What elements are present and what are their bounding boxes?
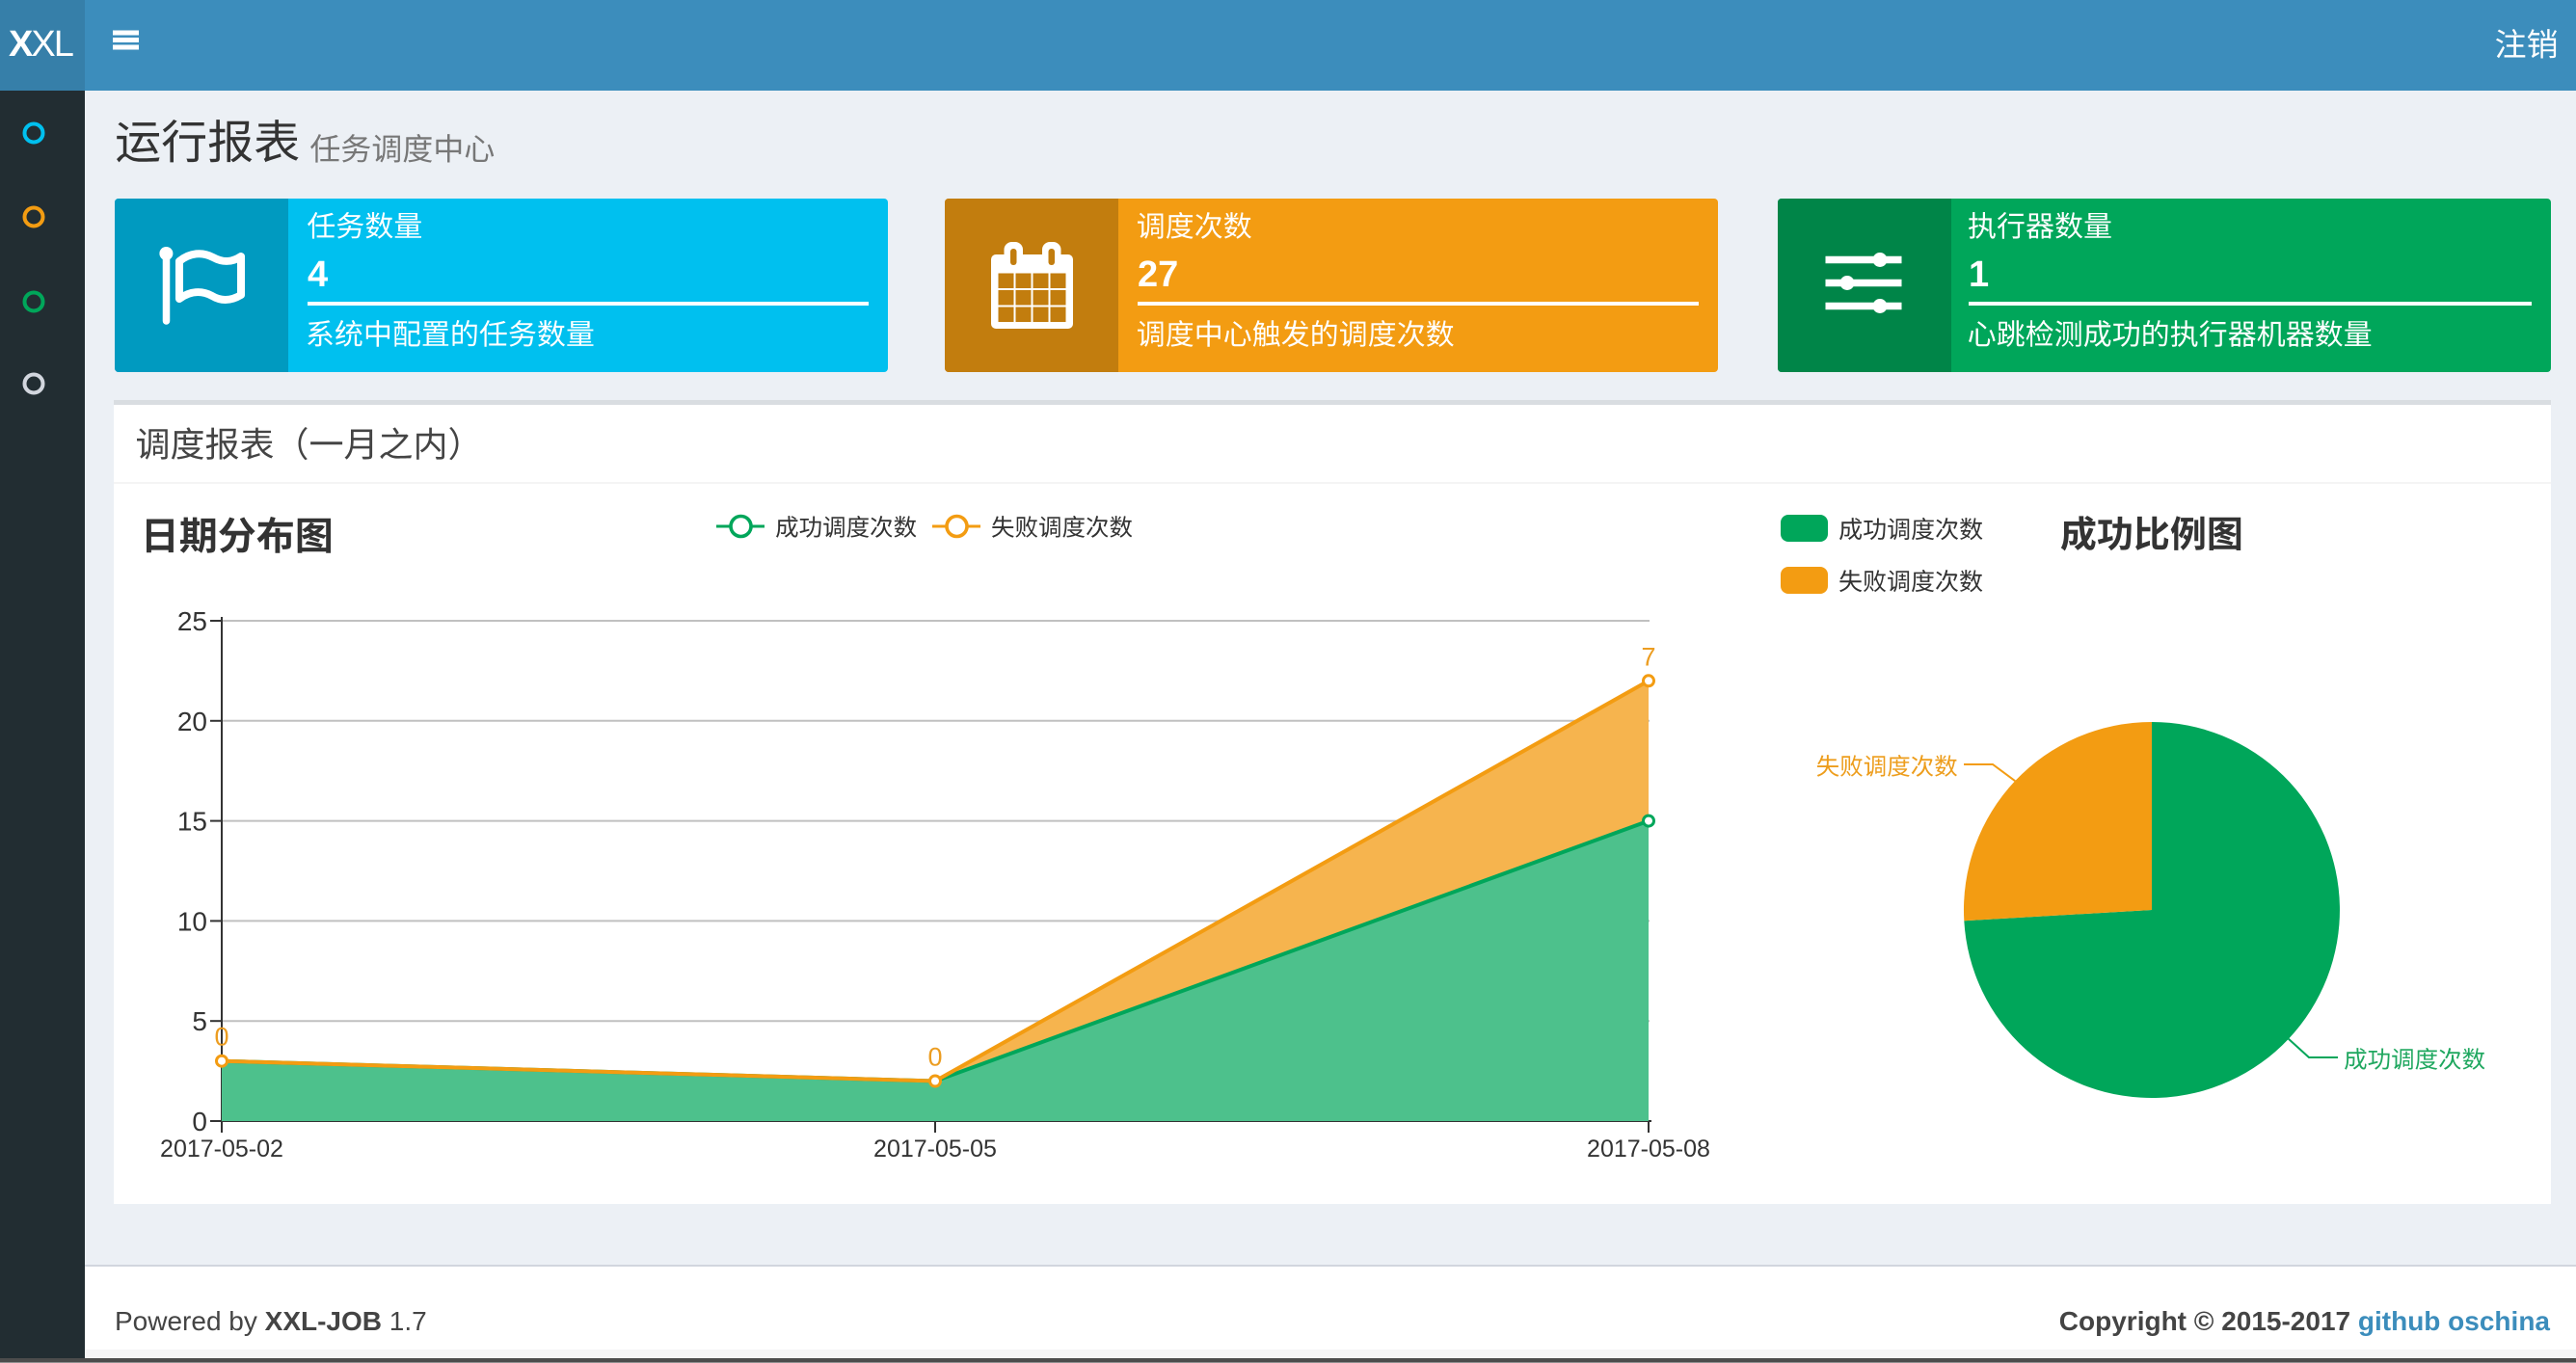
svg-text:0: 0 bbox=[214, 1023, 228, 1052]
svg-text:Powered by XXL-JOB 1.7: Powered by XXL-JOB 1.7 bbox=[115, 1306, 427, 1336]
svg-text:2017-05-02: 2017-05-02 bbox=[160, 1136, 283, 1163]
svg-text:5: 5 bbox=[192, 1006, 207, 1036]
svg-text:0: 0 bbox=[192, 1107, 207, 1136]
svg-text:25: 25 bbox=[177, 606, 207, 636]
svg-text:20: 20 bbox=[177, 707, 207, 736]
svg-text:7: 7 bbox=[1641, 642, 1655, 671]
svg-text:10: 10 bbox=[177, 906, 207, 936]
svg-text:1: 1 bbox=[1969, 254, 1989, 295]
svg-text:15: 15 bbox=[177, 807, 207, 837]
svg-text:2017-05-08: 2017-05-08 bbox=[1587, 1136, 1710, 1163]
svg-text:4: 4 bbox=[308, 254, 328, 295]
svg-text:Copyright © 2015-2017 github: Copyright © 2015-2017 github oschina bbox=[2059, 1306, 2551, 1336]
svg-text:27: 27 bbox=[1138, 254, 1178, 295]
svg-text:2017-05-05: 2017-05-05 bbox=[873, 1136, 997, 1163]
svg-text:XXL: XXL bbox=[9, 24, 73, 65]
svg-text:0: 0 bbox=[927, 1043, 942, 1072]
